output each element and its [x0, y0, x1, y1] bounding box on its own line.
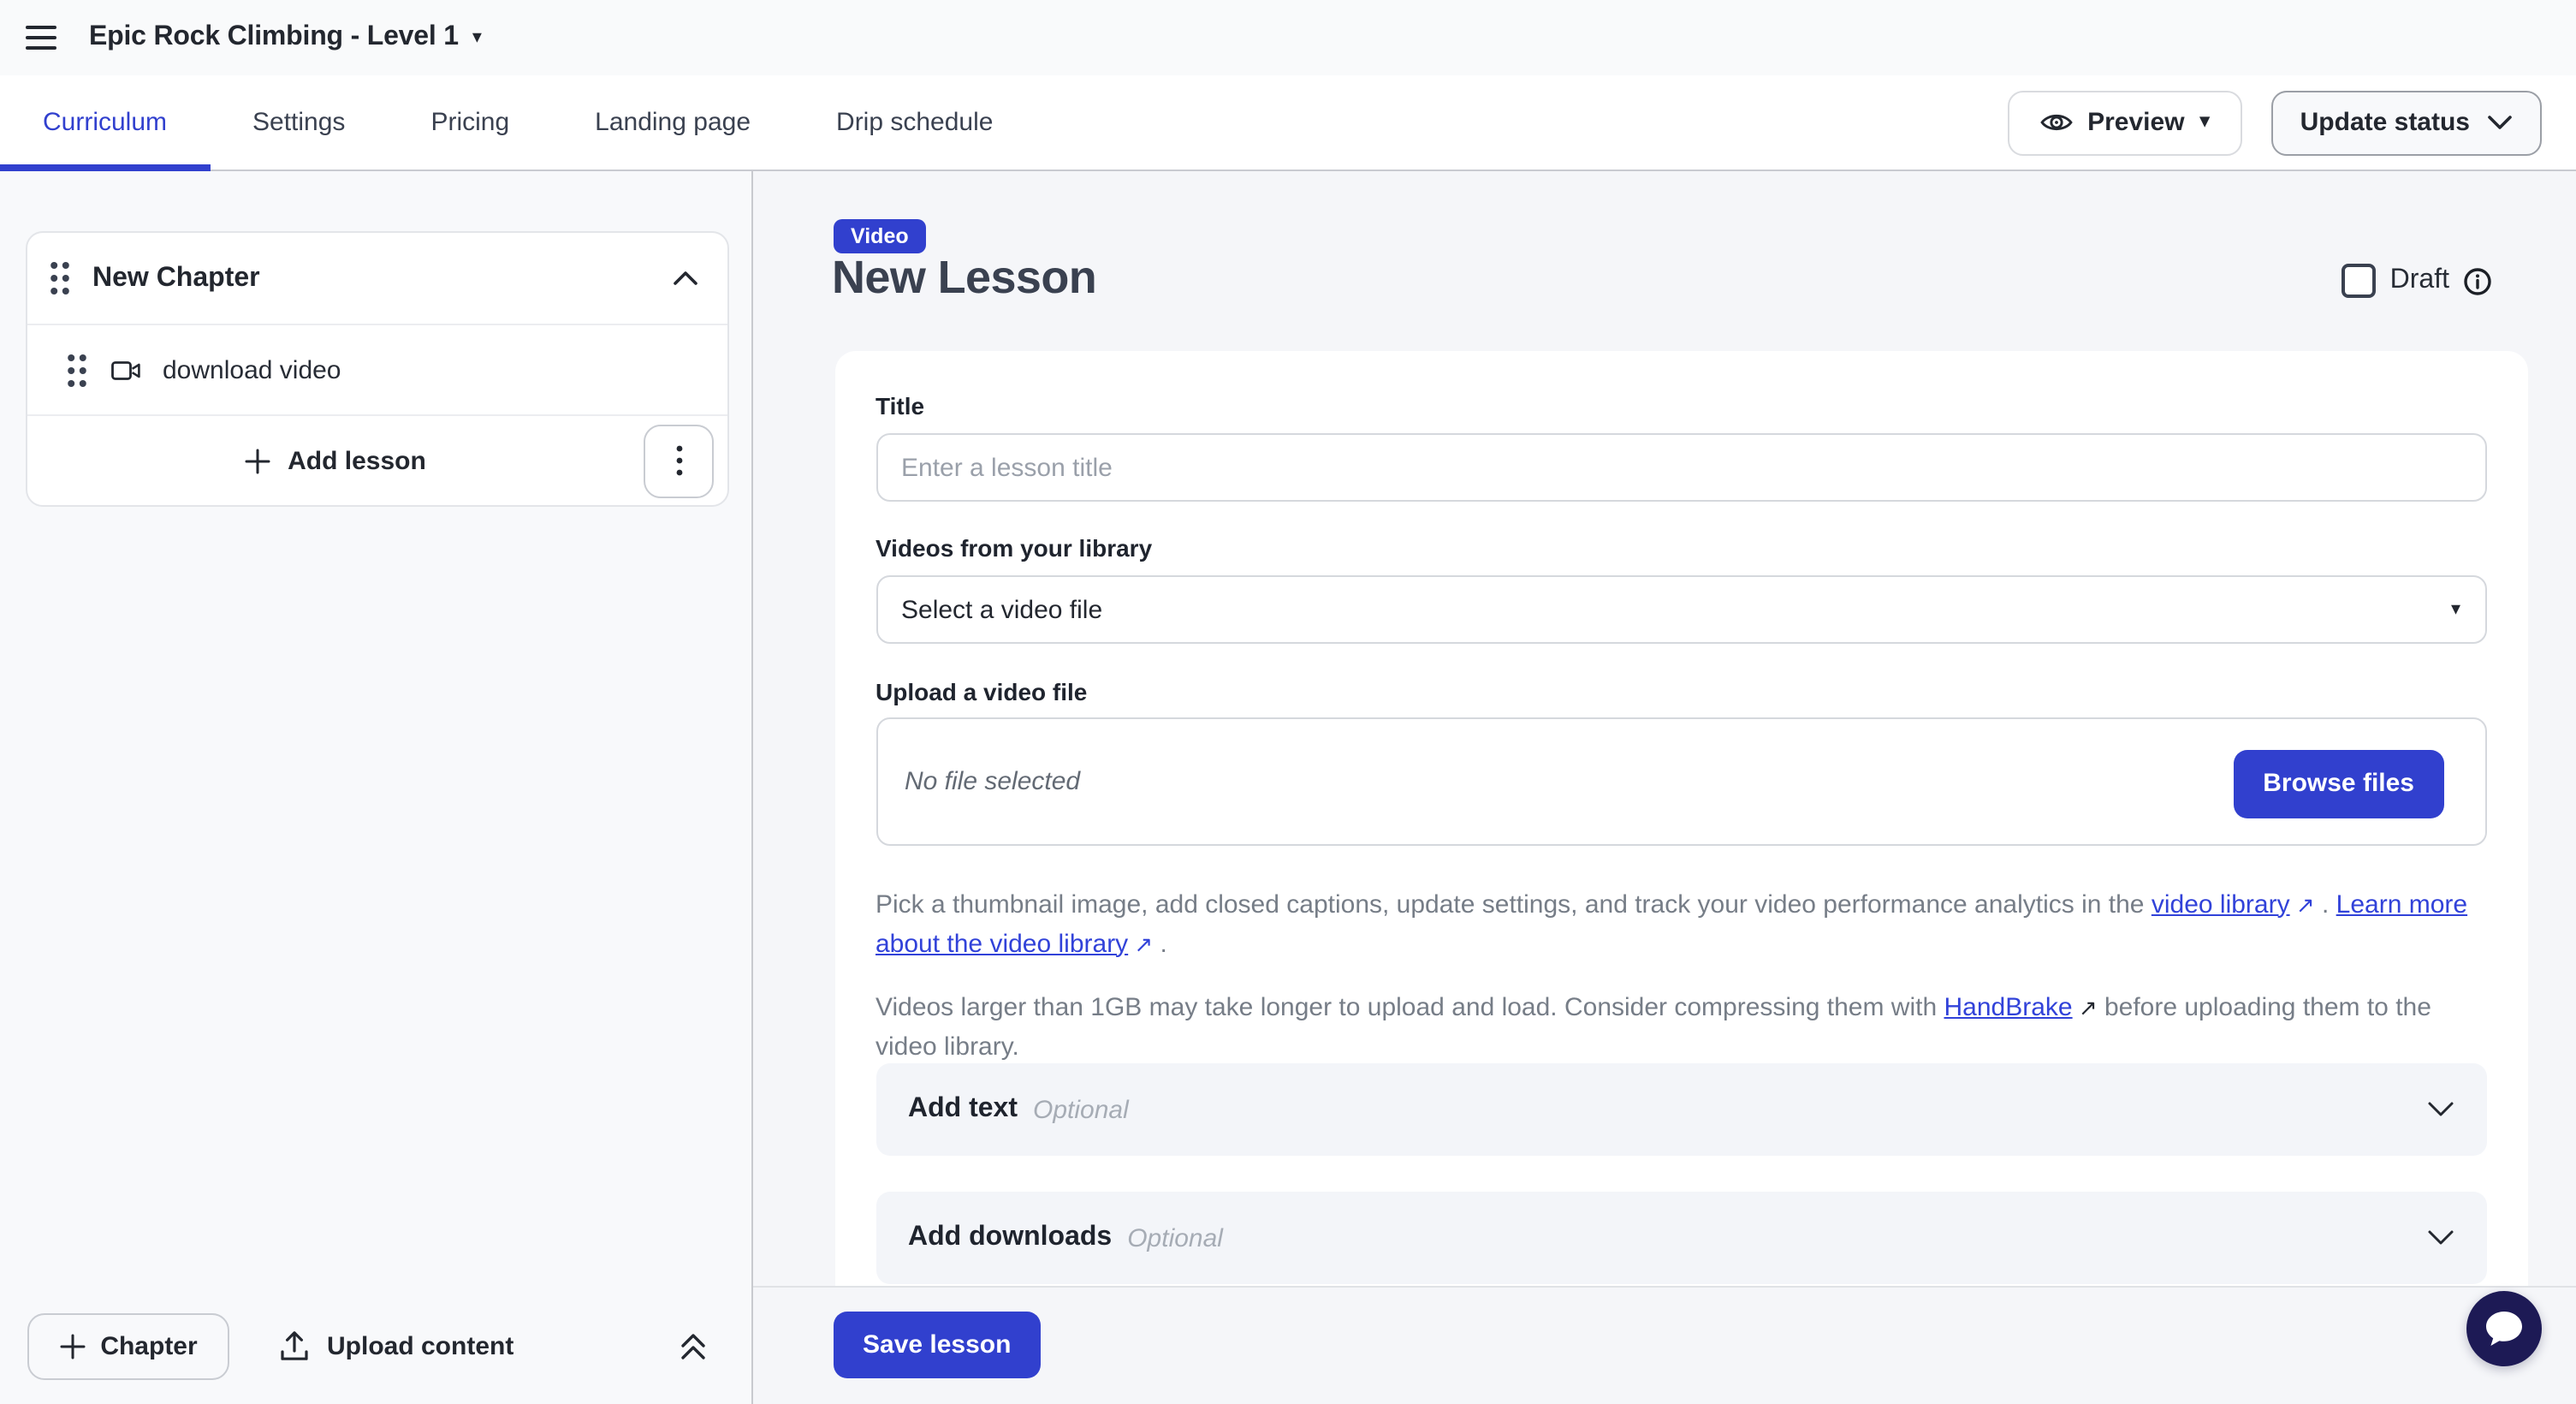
kebab-menu-icon	[675, 445, 682, 476]
tab-pricing[interactable]: Pricing	[388, 75, 552, 170]
video-library-select[interactable]: Select a video file ▾	[875, 575, 2486, 644]
plus-icon	[245, 448, 270, 473]
add-lesson-button[interactable]: Add lesson	[27, 446, 644, 475]
update-status-label: Update status	[2300, 108, 2470, 137]
caret-down-icon: ▾	[2200, 113, 2210, 132]
help-text: Pick a thumbnail image, add closed capti…	[875, 889, 2152, 919]
drag-handle-icon[interactable]	[50, 260, 70, 296]
workspace: New Chapter download video	[0, 171, 2576, 1404]
lesson-title-input[interactable]	[875, 433, 2486, 502]
course-title-dropdown[interactable]: Epic Rock Climbing - Level 1 ▾	[89, 22, 482, 53]
video-upload-dropzone[interactable]: No file selected Browse files	[875, 717, 2486, 846]
chat-bubble-icon	[2481, 1307, 2526, 1348]
video-library-label: Videos from your library	[875, 534, 1152, 562]
video-library-select-value: Select a video file	[901, 595, 1102, 624]
handbrake-help-text: Videos larger than 1GB may take longer t…	[875, 987, 2486, 1066]
draft-toggle-row: Draft	[2342, 264, 2492, 298]
external-link-icon: ↗	[2290, 891, 2315, 917]
save-footer-bar: Save lesson	[753, 1286, 2576, 1404]
tab-settings[interactable]: Settings	[210, 75, 388, 170]
add-chapter-button[interactable]: Chapter	[27, 1312, 229, 1379]
course-title: Epic Rock Climbing - Level 1	[89, 22, 459, 53]
add-downloads-label: Add downloads	[908, 1223, 1112, 1253]
chevron-down-icon	[2426, 1101, 2454, 1118]
eye-icon	[2039, 110, 2072, 135]
chapter-header[interactable]: New Chapter	[27, 233, 727, 324]
help-text: Videos larger than 1GB may take longer t…	[875, 992, 1944, 1021]
lesson-form-card: Title Videos from your library Select a …	[834, 350, 2527, 1288]
video-library-help-text: Pick a thumbnail image, add closed capti…	[875, 884, 2486, 963]
optional-hint: Optional	[1127, 1223, 2426, 1252]
optional-hint: Optional	[1033, 1095, 2426, 1124]
chapter-card: New Chapter download video	[26, 231, 729, 507]
help-text: .	[2315, 889, 2336, 919]
chat-widget-button[interactable]	[2466, 1290, 2541, 1365]
drag-handle-icon[interactable]	[67, 352, 87, 388]
chevron-down-icon	[2487, 115, 2513, 130]
upload-content-label: Upload content	[327, 1331, 513, 1360]
add-downloads-section[interactable]: Add downloads Optional	[875, 1192, 2486, 1284]
help-text: .	[1153, 929, 1167, 958]
tab-curriculum[interactable]: Curriculum	[0, 75, 210, 170]
tab-landing-page[interactable]: Landing page	[552, 75, 793, 170]
external-link-icon: ↗	[2073, 994, 2098, 1020]
menu-icon[interactable]	[26, 26, 56, 50]
caret-down-icon: ▾	[472, 28, 482, 47]
collapse-all-button[interactable]	[680, 1331, 707, 1360]
external-link-icon: ↗	[1128, 931, 1153, 956]
double-chevron-up-icon	[680, 1331, 707, 1360]
upload-video-label: Upload a video file	[875, 678, 1087, 705]
tab-drip-schedule[interactable]: Drip schedule	[793, 75, 1036, 170]
draft-checkbox[interactable]	[2342, 264, 2377, 298]
lesson-editor: Video New Lesson Draft Title Videos from…	[753, 171, 2576, 1404]
chapter-footer: Add lesson	[27, 414, 727, 505]
upload-icon	[279, 1330, 310, 1362]
tabs: Curriculum Settings Pricing Landing page…	[0, 75, 1036, 170]
add-text-section[interactable]: Add text Optional	[875, 1063, 2486, 1156]
chevron-up-icon[interactable]	[673, 271, 698, 286]
lesson-title: download video	[163, 355, 341, 384]
add-text-label: Add text	[908, 1094, 1018, 1125]
lesson-type-badge: Video	[834, 219, 926, 253]
preview-button[interactable]: Preview ▾	[2007, 90, 2242, 155]
top-bar: Epic Rock Climbing - Level 1 ▾	[0, 0, 2576, 75]
browse-files-button[interactable]: Browse files	[2234, 749, 2443, 818]
upload-content-button[interactable]: Upload content	[279, 1330, 513, 1362]
curriculum-sidebar: New Chapter download video	[0, 171, 753, 1404]
save-lesson-button[interactable]: Save lesson	[834, 1312, 1040, 1378]
title-label: Title	[875, 392, 924, 419]
sidebar-footer: Chapter Upload content	[0, 1288, 751, 1404]
chevron-down-icon	[2426, 1229, 2454, 1246]
plus-icon	[59, 1333, 85, 1359]
lesson-row[interactable]: download video	[27, 324, 727, 414]
preview-label: Preview	[2087, 108, 2184, 137]
chapter-menu-button[interactable]	[644, 424, 714, 497]
handbrake-link[interactable]: HandBrake	[1944, 992, 2073, 1021]
caret-down-icon: ▾	[2451, 600, 2460, 619]
course-builder-app: Epic Rock Climbing - Level 1 ▾ Curriculu…	[0, 0, 2576, 1404]
tab-actions: Preview ▾ Update status	[2007, 75, 2576, 170]
update-status-button[interactable]: Update status	[2271, 90, 2542, 155]
video-camera-icon	[111, 359, 140, 381]
add-chapter-label: Chapter	[100, 1331, 197, 1360]
chapter-title: New Chapter	[92, 263, 673, 294]
video-library-link[interactable]: video library	[2152, 889, 2290, 919]
add-lesson-label: Add lesson	[288, 446, 426, 475]
info-icon[interactable]	[2463, 266, 2492, 295]
draft-label: Draft	[2390, 265, 2449, 296]
page-title: New Lesson	[832, 252, 1096, 305]
tab-bar: Curriculum Settings Pricing Landing page…	[0, 75, 2576, 171]
